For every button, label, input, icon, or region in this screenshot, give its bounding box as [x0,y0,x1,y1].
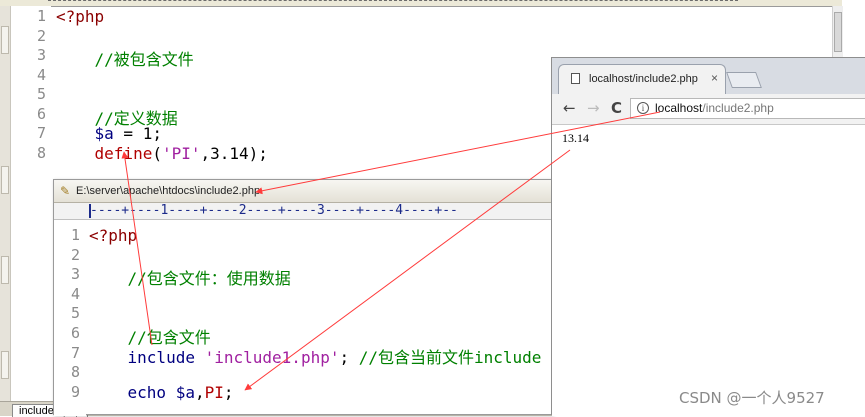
line-number: 8 [70,363,80,382]
new-tab-button[interactable] [726,72,762,88]
line-number: 3 [36,46,46,64]
browser-window: localhost/include2.php × ← → C i localho… [551,57,865,416]
line-number: 4 [36,65,46,84]
line-number: 9 [70,382,80,401]
window-title-bar[interactable]: ✎ E:\server\apache\htdocs\include2.php [54,180,552,203]
browser-tab[interactable]: localhost/include2.php × [558,64,726,94]
url-host: localhost [655,101,703,115]
code-token: PI [204,382,224,402]
line-number: 6 [70,324,80,342]
line-number: 4 [70,284,80,303]
line-number: 7 [36,124,46,142]
code-token: <?php [89,226,138,245]
code-token: , [194,382,205,402]
code-token: ; [339,347,359,367]
page-icon [571,73,580,84]
code-token: <?php [56,7,105,26]
code-line[interactable]: //被包含文件 [56,46,194,70]
code-token: //包含当前文件include [358,347,542,367]
code-line[interactable]: define('PI',3.14); [56,144,268,163]
forward-arrow-icon[interactable]: → [587,99,600,117]
back-arrow-icon[interactable]: ← [563,99,576,117]
line-number: 8 [36,143,46,162]
code-line[interactable]: //包含文件：使用数据 [89,265,291,289]
code-token: = 1; [113,124,162,143]
code-token: //被包含文件 [56,50,194,69]
ruler-scale: ----+----1----+----2----+----3----+----4… [90,203,458,218]
code-token: define [94,143,153,163]
watermark: CSDN @一个人9527 [679,389,825,407]
code-token: ; [223,382,234,402]
code-token: echo [127,382,167,402]
code-token: ( [152,143,162,163]
reload-icon[interactable]: C [611,99,622,117]
code-token: ,3.14); [200,143,268,163]
line-number: 1 [70,226,80,244]
line-number: 5 [36,85,46,103]
line-number: 7 [70,343,80,362]
editor-left-panel[interactable] [0,6,11,401]
code-line[interactable]: include 'include1.php'; //包含当前文件include [89,344,542,368]
editor-top-strip [0,0,842,7]
address-bar[interactable]: i localhost/include2.php [630,98,865,119]
pencil-icon: ✎ [60,184,71,198]
browser-tab-strip: localhost/include2.php × [552,58,865,94]
panel-handle[interactable] [1,351,9,379]
editor-include2-window: ✎ E:\server\apache\htdocs\include2.php -… [53,179,553,416]
code-line[interactable]: echo $a,PI; [89,383,234,402]
close-tab-icon[interactable]: × [711,71,718,85]
code-token: //包含文件：使用数据 [89,269,291,289]
url-path: /include2.php [702,101,774,115]
code-token: include [127,347,195,367]
line-number: 2 [36,26,46,45]
panel-handle[interactable] [1,166,9,194]
column-ruler: ----+----1----+----2----+----3----+----4… [54,203,552,220]
code-token: 'include1.php' [204,347,340,367]
code-line[interactable]: $a = 1; [56,124,162,143]
code-token: $a [94,124,114,143]
line-number: 1 [36,7,46,25]
panel-handle[interactable] [1,256,9,284]
line-number: 6 [36,104,46,123]
address-url: localhost/include2.php [655,101,774,115]
page-output: 13.14 [562,131,589,145]
panel-handle[interactable] [1,26,9,54]
browser-toolbar: ← → C i localhost/include2.php [552,94,865,125]
window-title: E:\server\apache\htdocs\include2.php [76,185,261,197]
info-icon[interactable]: i [637,102,649,114]
code-token: $a [175,382,195,402]
browser-tab-title: localhost/include2.php [589,73,698,85]
line-number: 5 [70,304,80,323]
code-token: 'PI' [161,143,201,163]
page-content: 13.14 [552,125,865,416]
code-line[interactable]: <?php [89,226,137,245]
line-number: 3 [70,265,80,284]
code-line[interactable]: <?php [56,7,104,26]
line-number: 2 [70,245,80,264]
